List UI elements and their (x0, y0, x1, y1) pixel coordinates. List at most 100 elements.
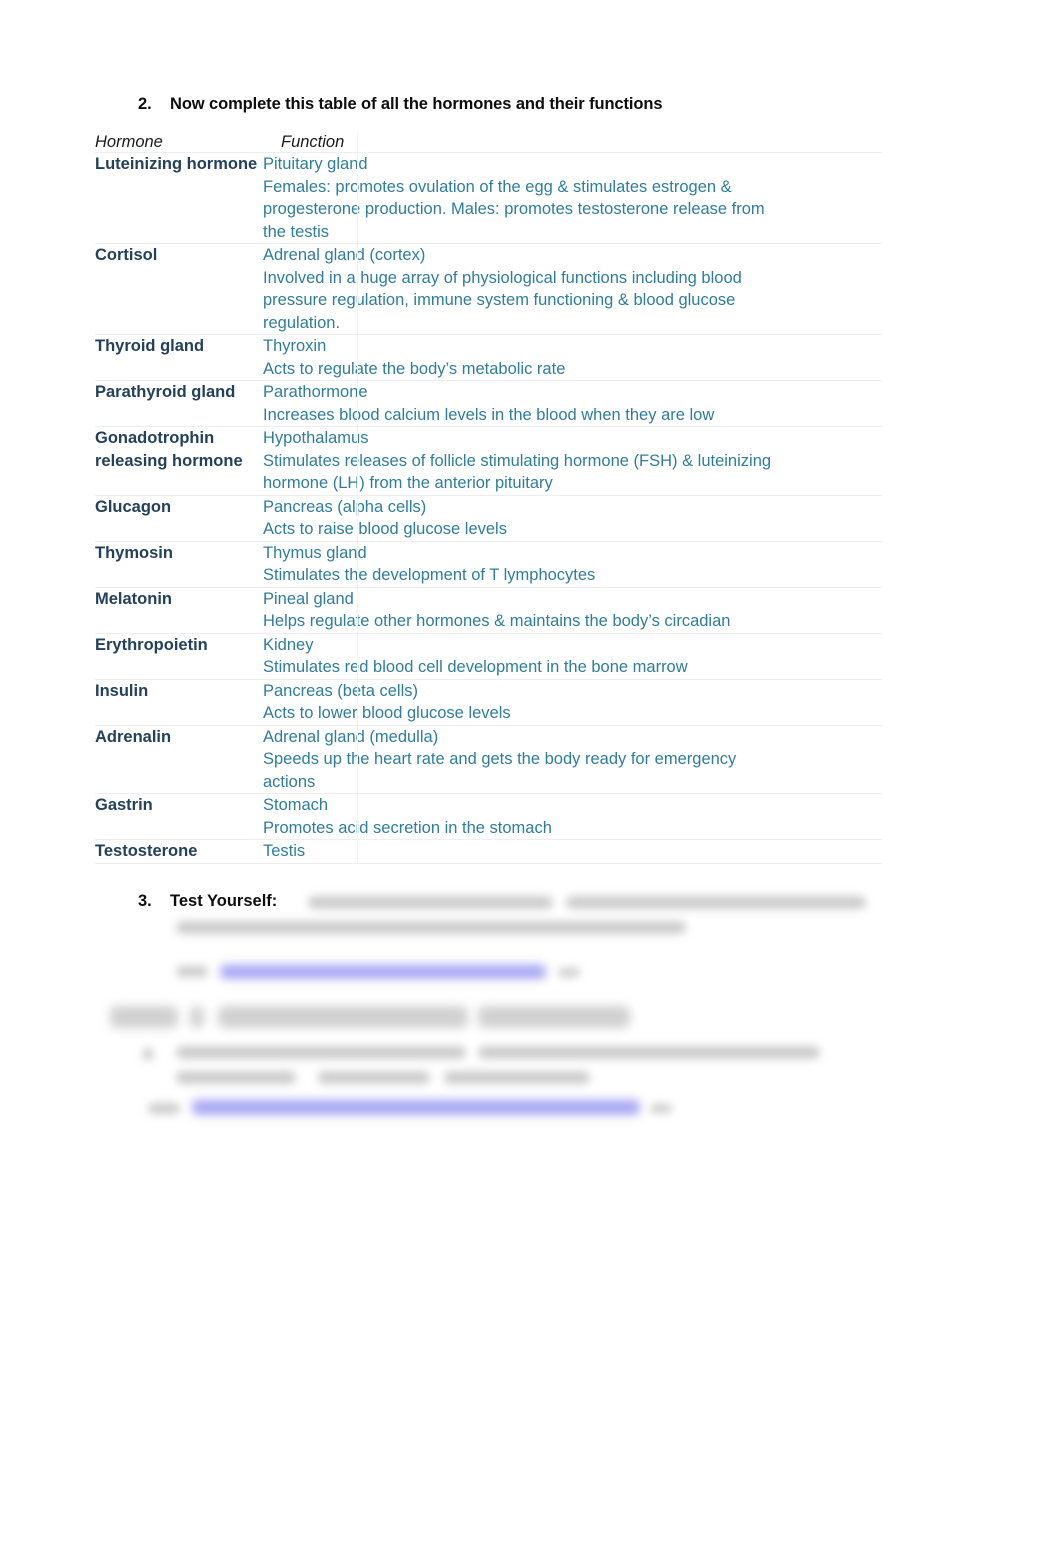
redacted-text-line (176, 1046, 466, 1059)
hormone-table-container: Hormone Function Luteinizing hormone Pitu… (95, 133, 882, 864)
function-line: Speeds up the heart rate and gets the bo… (263, 750, 737, 768)
question-2-number: 2. (138, 95, 152, 113)
function-line: Stomach (263, 796, 329, 814)
hormone-name-cell: Cortisol (95, 243, 263, 335)
table-row: Gastrin Stomach Promotes acid secretion in… (95, 793, 882, 840)
hormone-name-cell: Glucagon (95, 495, 263, 542)
function-line: Promotes acid secretion in the stomach (263, 818, 552, 837)
redacted-part-heading (190, 1006, 204, 1028)
hormone-function-cell: Pancreas (beta cells) Acts to lower blood… (263, 679, 882, 726)
hormone-function-cell: Adrenal gland (medulla) Speeds up the hea… (263, 725, 882, 794)
redacted-lower-section: 3. Test Yourself: (0, 888, 1062, 1138)
hormone-function-table: Hormone Function Luteinizing hormone Pitu… (95, 133, 882, 864)
redacted-part-heading (478, 1006, 630, 1028)
function-line: Acts to lower blood glucose levels (263, 704, 511, 722)
function-line: progesterone production. Males: promotes… (263, 200, 765, 218)
hormone-name-cell: Parathyroid gland (95, 380, 263, 427)
hormone-function-cell: Kidney Stimulates red blood cell developm… (263, 633, 882, 680)
function-line: Acts to raise blood glucose levels (263, 520, 507, 538)
hormone-name-cell: Melatonin (95, 587, 263, 634)
column-header-hormone: Hormone (95, 133, 263, 153)
function-line: Testis (263, 842, 306, 860)
redacted-text-line (176, 921, 686, 934)
function-line: Increases blood calcium levels in the bl… (263, 405, 715, 424)
hormone-function-cell: Pineal gland Helps regulate other hormone… (263, 587, 882, 634)
question-3-text: Test Yourself: (170, 892, 278, 910)
hormone-function-cell: Pituitary gland Females: promotes ovulati… (263, 152, 882, 244)
function-line: Acts to regulate the body’s metabolic ra… (263, 359, 566, 378)
hormone-function-cell: Adrenal gland (cortex) Involved in a huge… (263, 243, 882, 335)
table-row: Melatonin Pineal gland Helps regulate othe… (95, 587, 882, 634)
function-line: Stimulates the development of T lymphocy… (263, 566, 596, 584)
redacted-text-line (318, 1071, 430, 1084)
table-header-row: Hormone Function (95, 133, 882, 153)
table-row: Luteinizing hormone Pituitary gland Female… (95, 152, 882, 244)
redacted-text-fragment (650, 1104, 672, 1113)
redacted-text-line (478, 1046, 820, 1059)
redacted-link-text[interactable] (222, 967, 544, 977)
function-line: Stimulates red blood cell development in… (263, 658, 688, 676)
question-2-text: Now complete this table of all the hormo… (170, 95, 663, 113)
question-3-heading: 3. Test Yourself: (138, 892, 277, 911)
redacted-link-text[interactable] (194, 1102, 638, 1113)
function-line: Stimulates releases of follicle stimulat… (263, 451, 772, 470)
redacted-label (148, 1103, 180, 1114)
table-row: Thyroid gland Thyroxin Acts to regulate th… (95, 334, 882, 381)
function-line: hormone (LH) from the anterior pituitary (263, 474, 553, 492)
function-line: Thyroxin (263, 337, 327, 355)
column-header-function: Function (263, 133, 882, 153)
hormone-function-cell: Thymus gland Stimulates the development o… (263, 541, 882, 588)
function-line: pressure regulation, immune system funct… (263, 291, 736, 309)
function-line: Thymus gland (263, 543, 367, 562)
function-line: Parathormone (263, 383, 368, 401)
table-row: Cortisol Adrenal gland (cortex) Involved i… (95, 243, 882, 335)
hormone-function-cell: Pancreas (alpha cells) Acts to raise bloo… (263, 495, 882, 542)
table-row: Parathyroid gland Parathormone Increases b… (95, 380, 882, 427)
redacted-part-heading (110, 1006, 178, 1028)
hormone-function-cell: Thyroxin Acts to regulate the body’s meta… (263, 334, 882, 381)
hormone-name-cell: Thymosin (95, 541, 263, 588)
function-line: Females: promotes ovulation of the egg &… (263, 177, 732, 196)
table-row: Gonadotrophin releasing hormone Hypothala… (95, 426, 882, 496)
redacted-text-fragment (558, 968, 580, 977)
function-line: Kidney (263, 635, 314, 654)
redacted-text-line (176, 1071, 296, 1084)
function-line: Adrenal gland (medulla) (263, 727, 439, 746)
hormone-function-cell: Testis (263, 839, 882, 864)
redacted-list-number (142, 1048, 154, 1060)
table-row: Adrenalin Adrenal gland (medulla) Speeds u… (95, 725, 882, 794)
hormone-name-cell: Testosterone (95, 839, 263, 864)
redacted-part-heading (218, 1006, 468, 1028)
hormone-name-cell: Insulin (95, 679, 263, 726)
table-row: Erythropoietin Kidney Stimulates red blood… (95, 633, 882, 680)
document-page: 2. Now complete this table of all the hor… (0, 0, 1062, 1556)
hormone-function-cell: Stomach Promotes acid secretion in the st… (263, 793, 882, 840)
table-row: Insulin Pancreas (beta cells) Acts to lowe… (95, 679, 882, 726)
redacted-label (176, 966, 208, 977)
function-line: Pancreas (alpha cells) (263, 497, 427, 516)
table-row: Thymosin Thymus gland Stimulates the devel… (95, 541, 882, 588)
function-line: Pineal gland (263, 589, 354, 608)
function-line: Helps regulate other hormones & maintain… (263, 612, 731, 630)
function-line: Hypothalamus (263, 429, 369, 447)
question-2-heading: 2. Now complete this table of all the hor… (138, 95, 898, 114)
function-line: Pituitary gland (263, 155, 368, 173)
hormone-name-cell: Gonadotrophin releasing hormone (95, 426, 263, 496)
table-row: Glucagon Pancreas (alpha cells) Acts to ra… (95, 495, 882, 542)
function-line: regulation. (263, 313, 341, 332)
redacted-text-line (566, 896, 866, 909)
function-line: the testis (263, 222, 330, 241)
function-line: actions (263, 772, 316, 791)
hormone-name-cell: Adrenalin (95, 725, 263, 794)
function-line: Pancreas (beta cells) (263, 681, 418, 700)
hormone-name-cell: Luteinizing hormone (95, 152, 263, 244)
redacted-text-line (444, 1071, 590, 1084)
table-body: Luteinizing hormone Pituitary gland Female… (95, 152, 882, 864)
hormone-name-cell: Erythropoietin (95, 633, 263, 680)
hormone-function-cell: Parathormone Increases blood calcium leve… (263, 380, 882, 427)
hormone-name-cell: Gastrin (95, 793, 263, 840)
hormone-name-cell: Thyroid gland (95, 334, 263, 381)
redacted-text-line (308, 896, 553, 909)
table-row: Testosterone Testis (95, 839, 882, 864)
function-line: Involved in a huge array of physiologica… (263, 268, 742, 287)
